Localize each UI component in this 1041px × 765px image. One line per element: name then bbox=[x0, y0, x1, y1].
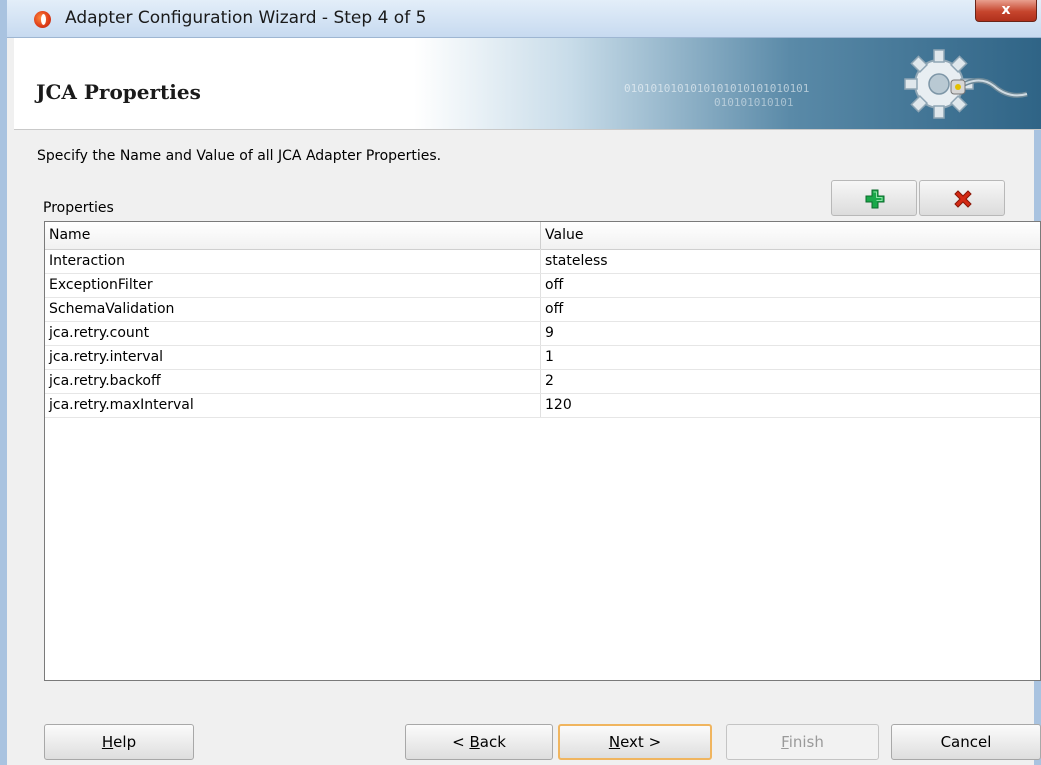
plus-icon bbox=[865, 189, 885, 209]
next-button[interactable]: Next > bbox=[558, 724, 712, 760]
close-button[interactable]: x bbox=[975, 0, 1037, 22]
column-header-name[interactable]: Name bbox=[45, 222, 541, 249]
property-value[interactable]: off bbox=[545, 297, 1035, 321]
finish-mnemonic: F bbox=[781, 733, 789, 751]
back-label-rest: ack bbox=[479, 733, 506, 751]
table-row[interactable]: jca.retry.maxInterval 120 bbox=[45, 393, 1040, 418]
properties-table: Name Value Interaction stateless Excepti… bbox=[44, 221, 1041, 681]
table-row[interactable]: jca.retry.interval 1 bbox=[45, 345, 1040, 370]
property-name[interactable]: jca.retry.backoff bbox=[49, 369, 535, 393]
property-name[interactable]: ExceptionFilter bbox=[49, 273, 535, 297]
table-row[interactable]: jca.retry.backoff 2 bbox=[45, 369, 1040, 394]
property-name[interactable]: Interaction bbox=[49, 249, 535, 273]
window-title: Adapter Configuration Wizard - Step 4 of… bbox=[65, 8, 427, 28]
wizard-window: Adapter Configuration Wizard - Step 4 of… bbox=[0, 0, 1041, 765]
property-value[interactable]: off bbox=[545, 273, 1035, 297]
binary-decoration: 0101010101010101010101010101 bbox=[624, 82, 810, 95]
property-name[interactable]: jca.retry.count bbox=[49, 321, 535, 345]
wizard-header: 0101010101010101010101010101 01010101010… bbox=[14, 38, 1041, 130]
gear-plug-icon bbox=[904, 49, 1028, 119]
title-bar: Adapter Configuration Wizard - Step 4 of… bbox=[7, 0, 1041, 38]
next-mnemonic: N bbox=[608, 733, 621, 751]
help-mnemonic: H bbox=[101, 733, 114, 751]
remove-property-button[interactable] bbox=[919, 180, 1005, 216]
next-label-rest: ext > bbox=[620, 733, 662, 751]
property-name[interactable]: jca.retry.interval bbox=[49, 345, 535, 369]
property-value[interactable]: 120 bbox=[545, 393, 1035, 417]
table-row[interactable]: Interaction stateless bbox=[45, 249, 1040, 274]
back-button[interactable]: < Back bbox=[405, 724, 553, 760]
instruction-text: Specify the Name and Value of all JCA Ad… bbox=[37, 148, 442, 164]
add-property-button[interactable] bbox=[831, 180, 917, 216]
finish-label-rest: inish bbox=[788, 733, 824, 751]
table-row[interactable]: SchemaValidation off bbox=[45, 297, 1040, 322]
property-value[interactable]: 9 bbox=[545, 321, 1035, 345]
binary-decoration-2: 010101010101 bbox=[714, 96, 794, 109]
back-mnemonic: B bbox=[469, 733, 480, 751]
property-value[interactable]: 1 bbox=[545, 345, 1035, 369]
finish-button[interactable]: Finish bbox=[726, 724, 879, 760]
oracle-app-icon bbox=[34, 11, 51, 28]
help-label-rest: elp bbox=[113, 733, 137, 751]
property-value[interactable]: stateless bbox=[545, 249, 1035, 273]
table-header: Name Value bbox=[45, 222, 1040, 250]
help-button[interactable]: Help bbox=[44, 724, 194, 760]
property-name[interactable]: jca.retry.maxInterval bbox=[49, 393, 535, 417]
x-icon bbox=[954, 190, 972, 208]
back-prefix: < bbox=[452, 733, 470, 751]
property-value[interactable]: 2 bbox=[545, 369, 1035, 393]
table-row[interactable]: jca.retry.count 9 bbox=[45, 321, 1040, 346]
table-row[interactable]: ExceptionFilter off bbox=[45, 273, 1040, 298]
cancel-button[interactable]: Cancel bbox=[891, 724, 1041, 760]
page-title: JCA Properties bbox=[36, 80, 201, 104]
column-header-value[interactable]: Value bbox=[541, 222, 1040, 249]
properties-label: Properties bbox=[43, 200, 114, 216]
property-name[interactable]: SchemaValidation bbox=[49, 297, 535, 321]
